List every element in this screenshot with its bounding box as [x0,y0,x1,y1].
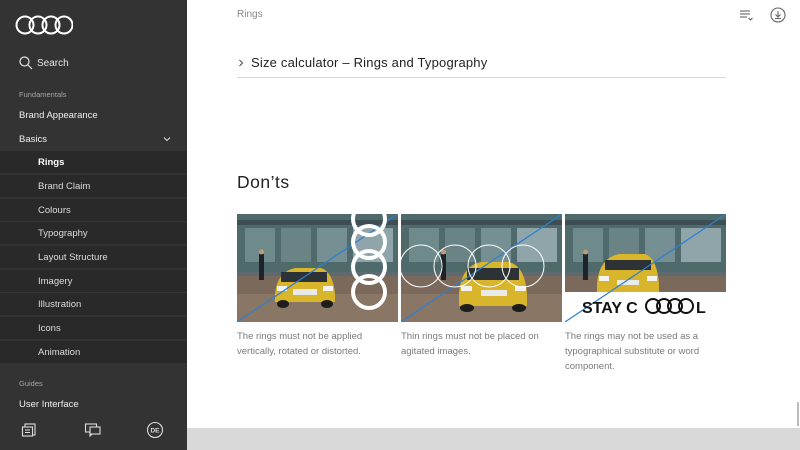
sidebar-footer: DE [0,410,187,450]
search-icon [19,56,33,70]
chevron-down-icon [163,137,171,142]
dont-caption: Thin rings must not be placed on agitate… [401,331,539,357]
audi-rings-logo[interactable] [15,14,73,36]
sidebar-subitem-illustration[interactable]: Illustration [0,293,187,315]
sidebar-item-label: Brand Appearance [19,109,98,121]
sidebar-item-label: Layout Structure [38,251,108,263]
breadcrumb[interactable]: Rings [237,9,263,20]
sidebar-item-label: Basics [19,133,47,145]
dont-card-typographic-rings: STAY C L The rings may not be used as a … [565,214,726,374]
sidebar-item-label: Brand Claim [38,180,91,192]
sidebar-item-label: Animation [38,346,81,358]
dont-overlay-suffix: L [696,300,706,317]
sidebar-subitem-typography[interactable]: Typography [0,222,187,244]
dont-card-vertical-rings: The rings must not be applied vertically… [237,214,398,359]
sidebar-subitem-imagery[interactable]: Imagery [0,270,187,292]
dont-image-thin-rings [401,214,562,322]
dont-image-typographic-rings: STAY C L [565,214,726,322]
dont-image-vertical-rings [237,214,398,322]
sidebar-subitem-icons[interactable]: Icons [0,317,187,339]
sidebar-item-label: Imagery [38,275,73,287]
sidebar-item-label: User Interface [19,398,79,410]
dont-caption: The rings may not be used as a typograph… [565,331,700,372]
sidebar: Search Fundamentals Brand Appearance Bas… [0,0,187,450]
sidebar-item-label: Illustration [38,298,82,310]
donts-heading: Don’ts [237,172,290,192]
sidebar-item-label: Typography [38,227,88,239]
footer-band [187,428,800,450]
chat-feedback-icon[interactable] [84,422,102,438]
search-label: Search [37,57,69,69]
sidebar-item-label: Icons [38,322,61,334]
scrollbar[interactable] [797,402,799,426]
sidebar-subitem-brand-claim[interactable]: Brand Claim [0,175,187,197]
chevron-right-icon [239,59,244,66]
search-button[interactable]: Search [19,54,69,72]
dont-caption: The rings must not be applied vertically… [237,331,363,357]
sidebar-item-label: Colours [38,204,71,216]
section-label-fundamentals: Fundamentals [19,90,67,99]
language-switch-icon[interactable]: DE [146,421,164,439]
sidebar-item-basics[interactable]: Basics [0,128,187,150]
section-label-guides: Guides [19,379,43,388]
top-bar: Rings [187,0,800,30]
file-download-icon[interactable] [21,422,39,438]
sidebar-subitem-rings[interactable]: Rings [0,151,187,173]
sidebar-item-label: Rings [38,156,65,168]
download-icon[interactable] [770,7,786,23]
sidebar-subitem-layout-structure[interactable]: Layout Structure [0,246,187,268]
sidebar-item-brand-appearance[interactable]: Brand Appearance [0,104,187,126]
dont-card-thin-rings: Thin rings must not be placed on agitate… [401,214,562,359]
sidebar-subitem-colours[interactable]: Colours [0,199,187,221]
size-calculator-accordion[interactable]: Size calculator – Rings and Typography [237,48,726,78]
sidebar-subitem-animation[interactable]: Animation [0,341,187,363]
language-badge-label: DE [150,428,160,435]
filter-list-icon[interactable] [738,7,754,23]
dont-overlay-text: STAY C [582,300,638,317]
accordion-label: Size calculator – Rings and Typography [251,55,488,70]
